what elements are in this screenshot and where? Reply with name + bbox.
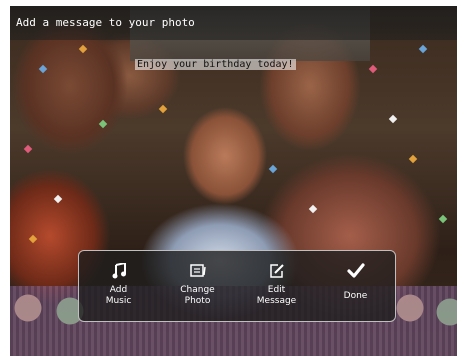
change-photo-label-line2: Photo xyxy=(184,296,211,306)
add-music-label-line2: Music xyxy=(105,296,132,306)
header-bar: Add a message to your photo xyxy=(10,6,457,40)
change-photo-button[interactable]: Change Photo xyxy=(163,251,233,307)
header-title: Add a message to your photo xyxy=(16,16,195,29)
photo-screen: Add a message to your photo Enjoy your b… xyxy=(10,6,457,356)
add-music-button[interactable]: Add Music xyxy=(84,251,154,307)
edit-message-label-line2: Message xyxy=(256,296,297,306)
music-note-icon xyxy=(84,260,154,282)
photo-message-text: Enjoy your birthday today! xyxy=(135,59,296,70)
photo-frame-icon xyxy=(163,260,233,282)
edit-message-label-line1: Edit xyxy=(267,285,286,295)
action-menu: Add Music Change Photo Edit Message Done xyxy=(78,250,396,322)
done-button[interactable]: Done xyxy=(321,251,391,302)
done-label: Done xyxy=(343,291,368,301)
change-photo-label-line1: Change xyxy=(180,285,215,295)
edit-message-button[interactable]: Edit Message xyxy=(242,251,312,307)
edit-icon xyxy=(242,260,312,282)
checkmark-icon xyxy=(321,260,391,282)
device-frame: Add a message to your photo Enjoy your b… xyxy=(0,0,466,360)
add-music-label-line1: Add xyxy=(109,285,128,295)
